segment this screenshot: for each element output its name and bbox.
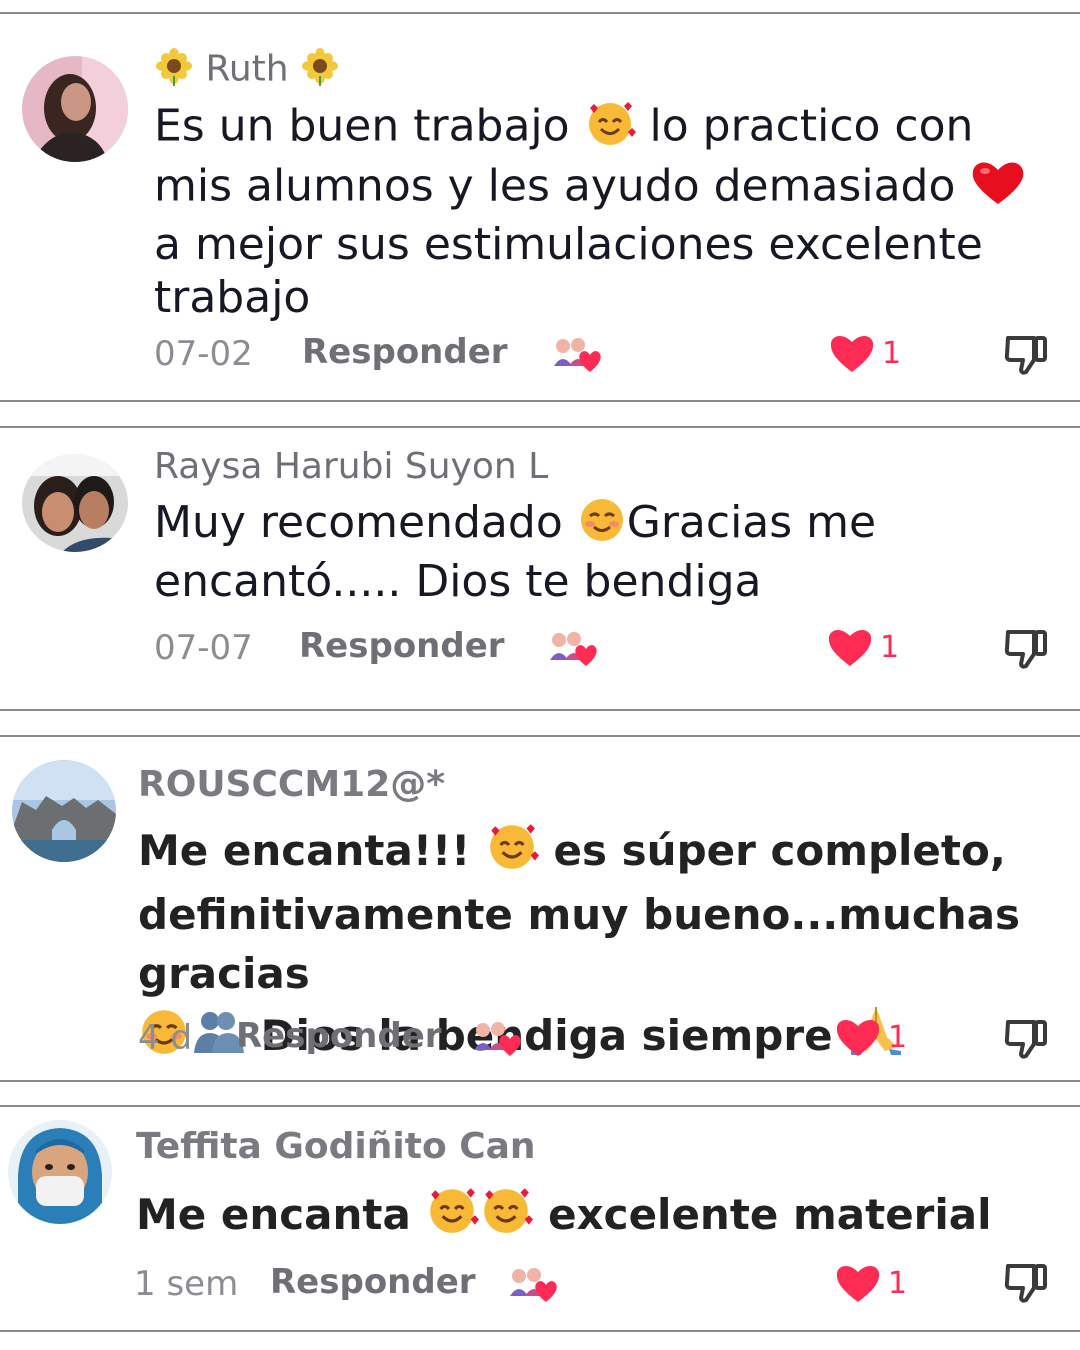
like-count: 1: [888, 1265, 908, 1301]
like-button[interactable]: 1: [828, 332, 901, 374]
comment-date: 07-02: [154, 334, 253, 374]
like-button[interactable]: 1: [834, 1262, 907, 1304]
reply-button[interactable]: Responder: [270, 1262, 476, 1302]
reply-button[interactable]: Responder: [299, 626, 505, 666]
avatar[interactable]: [12, 760, 116, 862]
duet-icon[interactable]: [508, 1266, 560, 1308]
avatar[interactable]: [22, 56, 128, 162]
divider: [0, 735, 1080, 737]
comment-date: 1 sem: [134, 1264, 239, 1304]
comments-screenshot: Ruth Es un buen trabajo lo practico con …: [0, 0, 1080, 1350]
heart-icon: [836, 1265, 880, 1302]
avatar[interactable]: [22, 454, 128, 552]
reply-button[interactable]: Responder: [302, 332, 508, 372]
like-count: 1: [880, 629, 900, 665]
comment-username[interactable]: Raysa Harubi Suyon L: [154, 446, 548, 487]
divider: [0, 400, 1080, 402]
blush-emoji: [577, 496, 627, 555]
like-button[interactable]: 1: [826, 626, 899, 668]
heart-icon: [828, 629, 872, 666]
reply-button[interactable]: Responder: [236, 1016, 442, 1056]
divider: [0, 12, 1080, 14]
comment-text: Me encanta excelente material: [136, 1184, 1056, 1247]
avatar[interactable]: [8, 1120, 112, 1224]
divider: [0, 709, 1080, 711]
smiling-hearts-emoji: [425, 1184, 480, 1247]
smiling-hearts-emoji: [479, 1184, 534, 1247]
divider: [0, 1080, 1080, 1082]
heart-icon: [830, 335, 874, 372]
dislike-icon[interactable]: [1002, 1018, 1050, 1064]
like-count: 1: [882, 335, 902, 371]
smiling-hearts-emoji: [584, 98, 636, 158]
smiling-hearts-emoji: [485, 820, 539, 885]
comment-date: 4 d: [138, 1018, 193, 1058]
sunflower-icon: [154, 46, 194, 95]
comment-text: Muy recomendado Gracias me encantó..... …: [154, 496, 877, 608]
username-text: Ruth: [205, 48, 289, 90]
sunflower-icon: [300, 46, 340, 95]
duet-icon[interactable]: [548, 630, 600, 672]
dislike-icon[interactable]: [1002, 334, 1050, 380]
red-heart-emoji: [969, 158, 1027, 218]
divider: [0, 1105, 1080, 1107]
comment-username[interactable]: ROUSCCM12@*: [138, 764, 445, 805]
duet-icon[interactable]: [472, 1020, 524, 1062]
comment-username[interactable]: Ruth: [154, 46, 340, 95]
like-count: 1: [888, 1019, 908, 1055]
heart-icon: [836, 1019, 880, 1056]
like-button[interactable]: 1: [834, 1016, 907, 1058]
comment-text: Es un buen trabajo lo practico con mis a…: [154, 98, 1054, 324]
duet-icon[interactable]: [552, 336, 604, 378]
dislike-icon[interactable]: [1002, 628, 1050, 674]
dislike-icon[interactable]: [1002, 1262, 1050, 1308]
comment-username[interactable]: Teffita Godiñito Can: [136, 1126, 536, 1167]
divider: [0, 426, 1080, 428]
divider: [0, 1330, 1080, 1332]
comment-date: 07-07: [154, 628, 253, 668]
